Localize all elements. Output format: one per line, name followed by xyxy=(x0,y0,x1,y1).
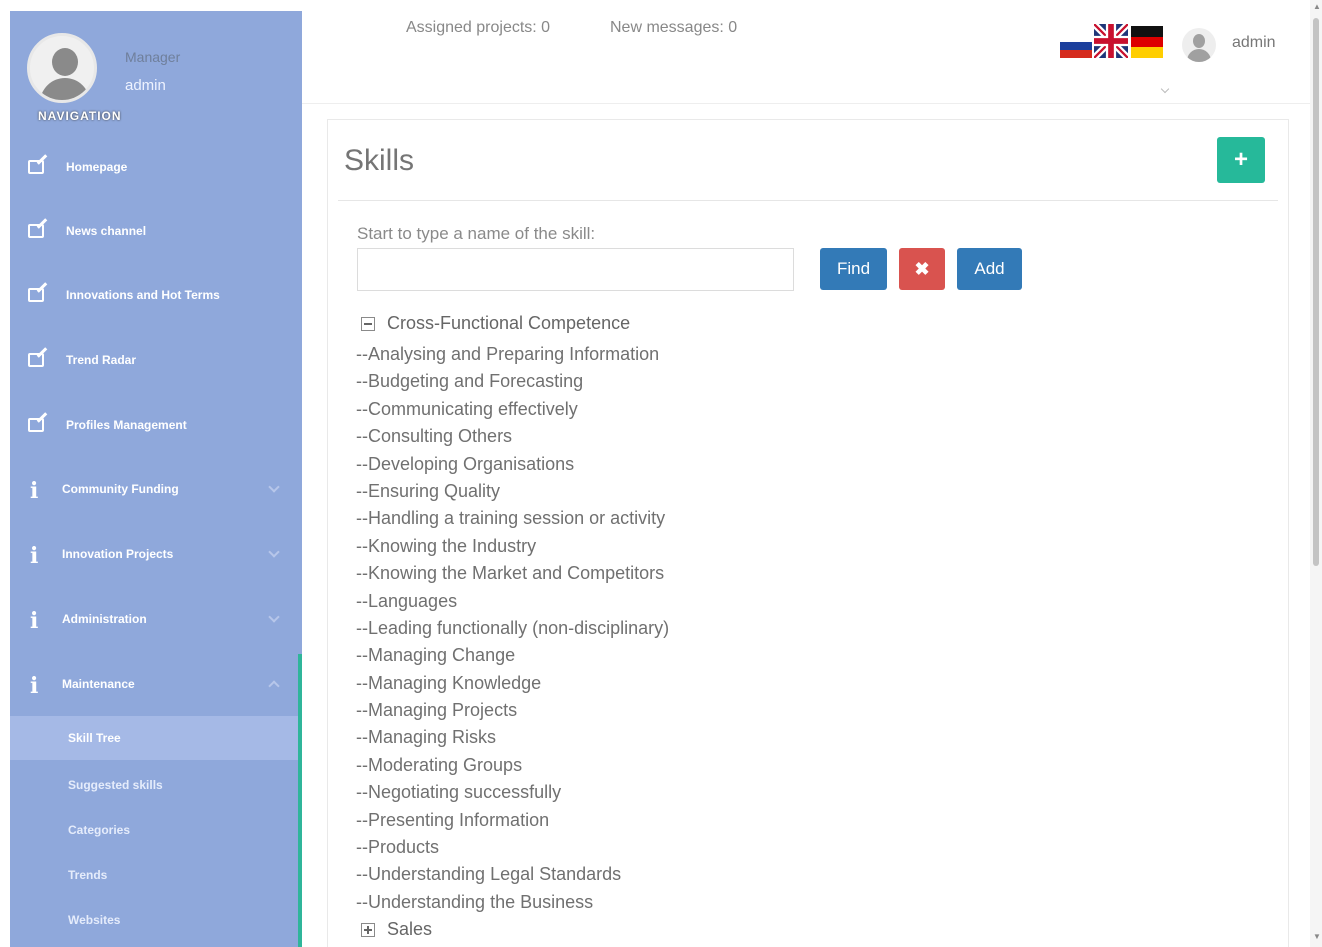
tree-leaf[interactable]: --Developing Organisations xyxy=(356,451,669,478)
sidebar-item-innovations[interactable]: Innovations and Hot Terms xyxy=(10,265,302,325)
add-button[interactable]: Add xyxy=(957,248,1022,290)
maintenance-section: i Maintenance Skill Tree Suggested skill… xyxy=(10,654,302,947)
skills-panel: Skills + Start to type a name of the ski… xyxy=(327,119,1289,947)
sidebar-item-administration[interactable]: i Administration xyxy=(10,589,302,649)
chevron-down-icon xyxy=(268,611,280,623)
sidebar-item-label: Trend Radar xyxy=(66,353,137,367)
tree-leaf[interactable]: --Understanding Legal Standards xyxy=(356,861,669,888)
sidebar-item-label: Innovations and Hot Terms xyxy=(66,288,220,302)
tree-leaf[interactable]: --Managing Knowledge xyxy=(356,670,669,697)
clear-button[interactable]: ✖ xyxy=(899,248,945,290)
tree-leaf[interactable]: --Products xyxy=(356,834,669,861)
sidebar-item-label: Community Funding xyxy=(62,482,179,496)
new-messages-link[interactable]: New messages: 0 xyxy=(610,19,737,37)
page-title: Skills xyxy=(344,144,415,177)
assigned-projects-link[interactable]: Assigned projects: 0 xyxy=(406,19,550,37)
chevron-down-icon[interactable] xyxy=(1160,84,1170,94)
tree-node-root[interactable]: Cross-Functional Competence xyxy=(356,310,669,337)
tree-node-sales[interactable]: Sales xyxy=(356,916,669,943)
collapse-icon[interactable] xyxy=(361,316,375,331)
close-icon: ✖ xyxy=(914,258,930,279)
tree-leaf[interactable]: --Handling a training session or activit… xyxy=(356,505,669,532)
info-icon: i xyxy=(30,478,39,504)
profile-block: Manager admin NAVIGATION xyxy=(10,11,302,131)
skill-tree: Cross-Functional Competence --Analysing … xyxy=(356,310,669,943)
sidebar-item-label: News channel xyxy=(66,224,147,238)
info-icon: i xyxy=(30,673,39,699)
tree-node-label: Sales xyxy=(387,919,433,940)
find-button[interactable]: Find xyxy=(820,248,887,290)
sidebar-subitem-trends[interactable]: Trends xyxy=(10,853,298,897)
top-bar: Assigned projects: 0 New messages: 0 adm… xyxy=(302,0,1310,104)
edit-icon xyxy=(28,351,50,369)
user-avatar[interactable] xyxy=(1182,28,1216,62)
sidebar-item-label: Innovation Projects xyxy=(62,547,174,561)
tree-leaf[interactable]: --Ensuring Quality xyxy=(356,478,669,505)
tree-leaf[interactable]: --Managing Risks xyxy=(356,724,669,751)
sidebar: Manager admin NAVIGATION Homepage News c… xyxy=(10,11,302,947)
sidebar-item-innovation-projects[interactable]: i Innovation Projects xyxy=(10,524,302,584)
search-label: Start to type a name of the skill: xyxy=(357,224,596,243)
tree-leaf[interactable]: --Negotiating successfully xyxy=(356,779,669,806)
plus-icon: + xyxy=(1233,146,1248,173)
add-skill-button[interactable]: + xyxy=(1217,137,1265,183)
tree-leaf[interactable]: --Knowing the Industry xyxy=(356,533,669,560)
sidebar-subitem-suggested-skills[interactable]: Suggested skills xyxy=(10,763,298,807)
sidebar-subitem-skill-tree[interactable]: Skill Tree xyxy=(10,716,298,760)
tree-leaf[interactable]: --Budgeting and Forecasting xyxy=(356,368,669,395)
tree-leaf[interactable]: --Moderating Groups xyxy=(356,752,669,779)
edit-icon xyxy=(28,158,50,176)
sidebar-item-trend-radar[interactable]: Trend Radar xyxy=(10,330,302,390)
chevron-down-icon xyxy=(268,546,280,558)
sidebar-item-label: Administration xyxy=(62,612,147,626)
sidebar-subitem-categories[interactable]: Categories xyxy=(10,808,298,852)
tree-leaf[interactable]: --Languages xyxy=(356,588,669,615)
sidebar-item-maintenance[interactable]: i Maintenance xyxy=(10,654,298,714)
tree-leaf[interactable]: --Presenting Information xyxy=(356,807,669,834)
chevron-down-icon xyxy=(268,481,280,493)
edit-icon xyxy=(28,416,50,434)
expand-icon[interactable] xyxy=(361,922,375,937)
ru-flag-icon[interactable] xyxy=(1060,34,1092,58)
edit-icon xyxy=(28,222,50,240)
sidebar-item-homepage[interactable]: Homepage xyxy=(10,137,302,197)
tree-leaf[interactable]: --Communicating effectively xyxy=(356,396,669,423)
nav-title: NAVIGATION xyxy=(38,109,122,123)
info-icon: i xyxy=(30,608,39,634)
chevron-up-icon xyxy=(268,680,280,692)
sidebar-item-label: Profiles Management xyxy=(66,418,187,432)
uk-flag-icon[interactable] xyxy=(1094,24,1128,58)
tree-leaf[interactable]: --Managing Projects xyxy=(356,697,669,724)
avatar xyxy=(27,33,97,103)
tree-leaf[interactable]: --Consulting Others xyxy=(356,423,669,450)
user-name: admin xyxy=(125,77,166,94)
tree-node-label: Cross-Functional Competence xyxy=(387,313,631,333)
sidebar-subitem-websites[interactable]: Websites xyxy=(10,898,298,942)
edit-icon xyxy=(28,286,50,304)
divider xyxy=(338,200,1278,201)
tree-leaf[interactable]: --Analysing and Preparing Information xyxy=(356,341,669,368)
sidebar-item-community-funding[interactable]: i Community Funding xyxy=(10,459,302,519)
user-role: Manager xyxy=(125,49,181,65)
sidebar-item-label: Homepage xyxy=(66,160,128,174)
skill-search-input[interactable] xyxy=(357,248,794,291)
de-flag-icon[interactable] xyxy=(1131,26,1163,58)
sidebar-item-news-channel[interactable]: News channel xyxy=(10,201,302,261)
sidebar-item-label: Maintenance xyxy=(62,677,135,691)
sidebar-item-profiles-management[interactable]: Profiles Management xyxy=(10,395,302,455)
tree-leaf[interactable]: --Managing Change xyxy=(356,642,669,669)
tree-leaf[interactable]: --Understanding the Business xyxy=(356,889,669,916)
scroll-up-arrow-icon[interactable]: ▲ xyxy=(1313,2,1321,11)
tree-leaf[interactable]: --Leading functionally (non-disciplinary… xyxy=(356,615,669,642)
scroll-down-arrow-icon[interactable]: ▼ xyxy=(1313,932,1321,941)
page-scrollbar[interactable]: ▲ ▼ xyxy=(1310,0,1322,947)
user-menu-label[interactable]: admin xyxy=(1232,34,1276,52)
info-icon: i xyxy=(30,543,39,569)
scroll-thumb[interactable] xyxy=(1313,18,1319,566)
tree-leaf[interactable]: --Knowing the Market and Competitors xyxy=(356,560,669,587)
